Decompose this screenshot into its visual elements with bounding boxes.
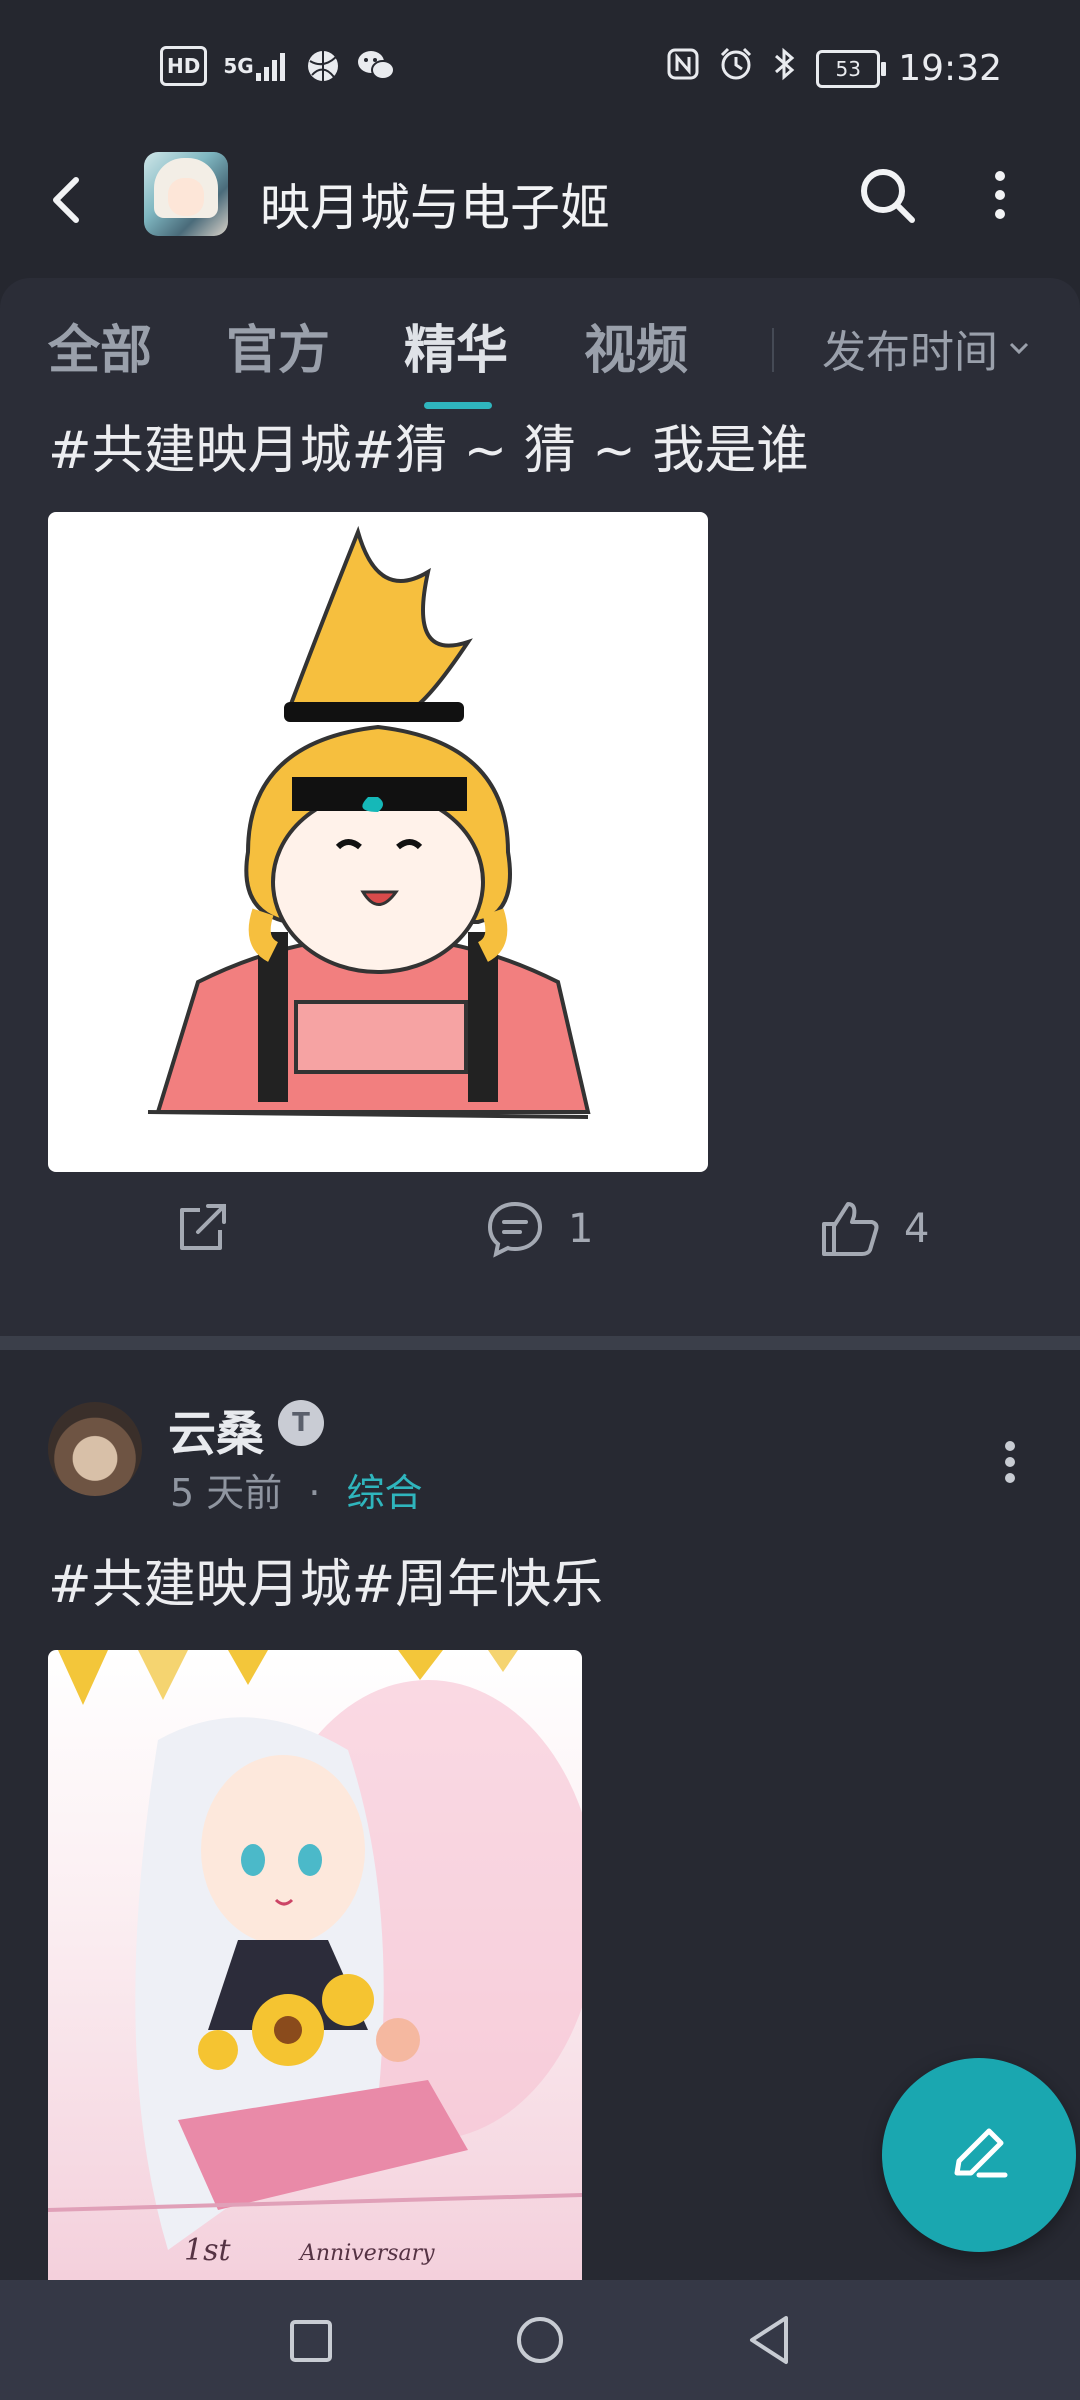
post-title[interactable]: #共建映月城#猜 ~ 猜 ~ 我是谁 [48,408,808,483]
compose-button[interactable] [882,2058,1076,2252]
network-label: 5G [223,54,254,78]
chibi-drawing [147,525,591,1119]
signal-5g-icon: 5G [223,49,289,83]
post-meta: 5 天前 · 综合 [170,1462,423,1517]
page-title: 映月城与电子姬 [260,179,610,237]
battery-icon: 53 [816,49,887,88]
post-more-icon[interactable] [990,1432,1030,1492]
comment-button[interactable]: 1 [484,1198,593,1260]
tab-divider [772,328,774,372]
back-triangle-icon[interactable] [740,2310,800,2370]
system-nav-bar [0,2280,1080,2400]
tab-video[interactable]: 视频 [584,308,688,383]
tab-bar: 全部 官方 精华 视频 发布时间 [0,278,1080,409]
status-bar: HD 5G 53 19:32 [0,0,1080,135]
username[interactable]: 云桑 [168,1394,264,1464]
bluetooth-icon [772,46,798,91]
post-image[interactable] [48,512,708,1172]
share-button[interactable] [172,1198,232,1258]
clock: 19:32 [898,48,1002,89]
alarm-icon [718,46,754,91]
nfc-icon [666,47,700,90]
recent-apps-icon[interactable] [280,2310,340,2370]
post-image-2[interactable]: 1st Anniversary [48,1650,582,2280]
user-level-badge: T [278,1400,324,1446]
post-time: 5 天前 [170,1471,283,1515]
community-avatar[interactable] [144,152,228,236]
post-separator [0,1336,1080,1350]
avatar[interactable] [48,1402,142,1496]
status-right: 53 19:32 [666,46,1002,91]
home-icon[interactable] [510,2310,570,2370]
comment-count: 1 [568,1206,594,1252]
feed-card: 全部 官方 精华 视频 发布时间 #共建映月城#猜 ~ 猜 ~ 我是谁 1 4 [0,278,1080,1340]
post-actions: 1 4 [0,1198,1080,1298]
comment-icon [487,1201,543,1258]
share-icon [180,1204,226,1250]
post-title-2[interactable]: #共建映月城#周年快乐 [48,1542,603,1617]
image-text-anniversary: Anniversary [298,2241,435,2266]
avatar-face [168,178,204,216]
thumbs-up-icon [822,1202,879,1256]
app-bar: 映月城与电子姬 [0,140,1080,270]
wechat-icon [356,49,396,83]
meta-dot: · [308,1471,321,1515]
tab-official[interactable]: 官方 [226,308,330,383]
more-vertical-icon[interactable] [970,160,1030,230]
chevron-down-icon [1009,342,1029,355]
like-button[interactable]: 4 [818,1198,929,1260]
anniversary-illustration: 1st Anniversary [48,1650,582,2268]
sort-label: 发布时间 [822,327,998,378]
sort-dropdown[interactable]: 发布时间 [822,316,1030,380]
post-category[interactable]: 综合 [347,1471,423,1515]
chevron-left-icon[interactable] [40,170,100,230]
pen-icon [954,2128,1008,2178]
basketball-app-icon [306,49,340,83]
status-left: HD 5G [160,46,396,86]
tab-featured[interactable]: 精华 [404,308,508,383]
image-text-1st: 1st [184,2233,231,2268]
tab-all[interactable]: 全部 [48,308,152,383]
hd-icon: HD [160,46,208,86]
search-icon[interactable] [852,160,922,230]
like-count: 4 [904,1206,930,1252]
